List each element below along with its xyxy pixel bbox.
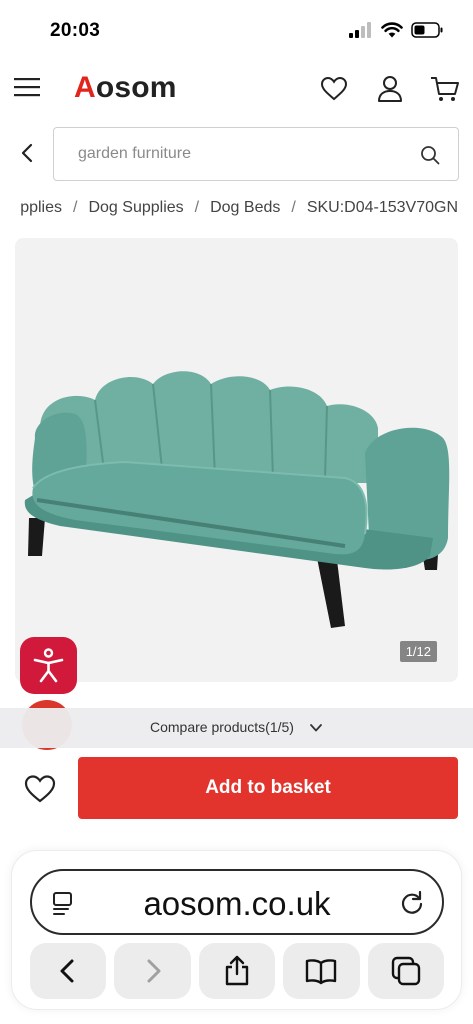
add-to-wishlist-button[interactable] — [22, 772, 58, 806]
search-input[interactable] — [78, 140, 398, 168]
cart-icon — [431, 77, 459, 101]
share-button[interactable] — [198, 943, 276, 999]
status-icons — [349, 22, 443, 38]
back-button[interactable] — [14, 139, 40, 167]
bookmarks-button[interactable] — [283, 943, 360, 999]
aosom-logo[interactable]: Aosom — [74, 71, 177, 105]
heart-icon — [320, 76, 348, 101]
chevron-right-icon — [147, 959, 161, 983]
add-to-basket-button[interactable]: Add to basket — [78, 757, 458, 819]
status-bar: 20:03 — [0, 0, 473, 58]
breadcrumb-item-dog-beds[interactable]: Dog Beds — [210, 199, 280, 217]
accessibility-person-icon — [33, 648, 64, 683]
image-counter: 1/12 — [399, 641, 437, 662]
search-box[interactable] — [53, 127, 459, 181]
battery-icon — [411, 22, 443, 38]
compare-products-label: Compare products(1/5) — [150, 719, 294, 735]
breadcrumb: pplies / Dog Supplies / Dog Beds / SKU:D… — [0, 196, 473, 222]
heart-icon — [24, 775, 56, 803]
menu-button[interactable] — [14, 76, 40, 98]
breadcrumb-separator: / — [291, 199, 296, 216]
browser-forward-button[interactable] — [114, 943, 191, 999]
browser-nav-row — [30, 943, 445, 999]
url-text: aosom.co.uk — [143, 885, 331, 922]
chevron-left-icon — [21, 143, 33, 163]
breadcrumb-item-dog-supplies[interactable]: Dog Supplies — [88, 199, 183, 217]
breadcrumb-separator: / — [194, 199, 200, 216]
cellular-signal-icon — [349, 22, 371, 38]
accessibility-button[interactable] — [20, 637, 77, 694]
tabs-button[interactable] — [367, 943, 445, 999]
account-button[interactable] — [375, 74, 405, 104]
search-icon[interactable] — [420, 145, 440, 165]
status-time: 20:03 — [50, 20, 101, 41]
product-image — [24, 371, 450, 628]
hamburger-icon — [14, 78, 40, 97]
tabs-icon — [391, 956, 421, 986]
product-image-gallery[interactable]: 1/12 — [15, 238, 458, 682]
chevron-down-icon — [310, 724, 322, 732]
address-bar[interactable]: aosom.co.uk — [30, 869, 444, 935]
basket-button[interactable] — [430, 74, 460, 104]
browser-toolbar: aosom.co.uk — [11, 850, 462, 1010]
compare-products-bar[interactable]: Compare products(1/5) — [0, 708, 473, 748]
breadcrumb-separator: / — [73, 199, 78, 216]
search-row — [0, 123, 473, 183]
reload-icon[interactable] — [398, 889, 426, 917]
browser-back-button[interactable] — [30, 943, 107, 999]
share-icon — [225, 955, 249, 986]
wishlist-button[interactable] — [319, 74, 349, 104]
book-icon — [306, 959, 337, 985]
breadcrumb-item[interactable]: pplies — [20, 199, 62, 217]
wifi-icon — [381, 22, 403, 38]
site-header: Aosom — [0, 58, 473, 120]
user-icon — [378, 76, 402, 102]
chevron-left-icon — [60, 959, 74, 983]
breadcrumb-item-sku: SKU:D04-153V70GN — [306, 199, 458, 216]
